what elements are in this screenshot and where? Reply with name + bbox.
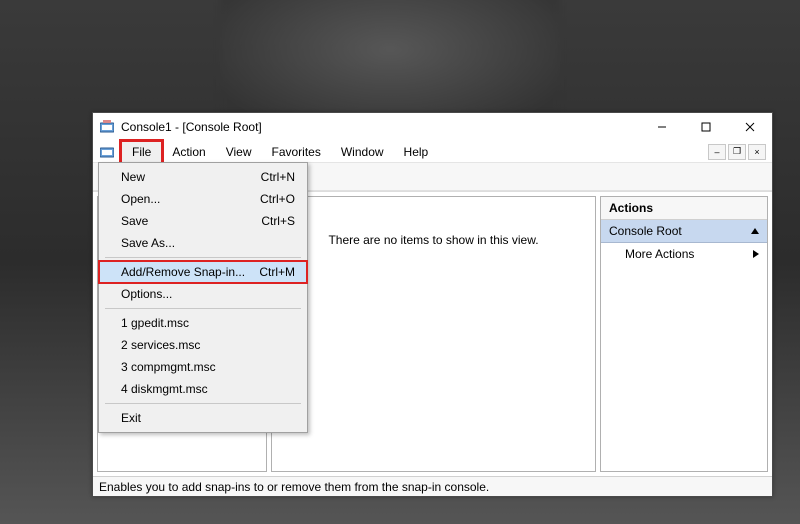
- close-button[interactable]: [728, 113, 772, 141]
- mdi-controls: – ❐ ×: [708, 144, 770, 160]
- file-menu-exit[interactable]: Exit: [99, 407, 307, 429]
- actions-more-label: More Actions: [625, 247, 694, 261]
- menu-action[interactable]: Action: [162, 141, 215, 163]
- mdi-restore-button[interactable]: ❐: [728, 144, 746, 160]
- mmc-app-icon: [99, 119, 115, 135]
- mdi-close-button[interactable]: ×: [748, 144, 766, 160]
- actions-pane: Actions Console Root More Actions: [600, 196, 768, 472]
- list-pane: There are no items to show in this view.: [271, 196, 596, 472]
- menu-view[interactable]: View: [216, 141, 262, 163]
- file-menu-recent-4[interactable]: 4 diskmgmt.msc: [99, 378, 307, 400]
- file-menu-recent-1[interactable]: 1 gpedit.msc: [99, 312, 307, 334]
- mmc-doc-icon: [99, 144, 115, 160]
- actions-root-row[interactable]: Console Root: [601, 220, 767, 243]
- mmc-window: Console1 - [Console Root] File Action Vi…: [92, 112, 773, 497]
- empty-view-text: There are no items to show in this view.: [328, 233, 538, 247]
- desktop-wallpaper: [220, 0, 560, 130]
- file-menu-recent-3[interactable]: 3 compmgmt.msc: [99, 356, 307, 378]
- menu-file[interactable]: File: [121, 141, 162, 163]
- statusbar: Enables you to add snap-ins to or remove…: [93, 476, 772, 496]
- actions-more-row[interactable]: More Actions: [601, 243, 767, 265]
- file-menu-recent-2[interactable]: 2 services.msc: [99, 334, 307, 356]
- file-menu-dropdown: NewCtrl+N Open...Ctrl+O SaveCtrl+S Save …: [98, 162, 308, 433]
- menu-window[interactable]: Window: [331, 141, 394, 163]
- menu-separator: [105, 308, 301, 309]
- titlebar: Console1 - [Console Root]: [93, 113, 772, 141]
- file-menu-open[interactable]: Open...Ctrl+O: [99, 188, 307, 210]
- statusbar-text: Enables you to add snap-ins to or remove…: [99, 480, 489, 494]
- menu-favorites[interactable]: Favorites: [262, 141, 331, 163]
- window-title: Console1 - [Console Root]: [121, 120, 640, 134]
- file-menu-save[interactable]: SaveCtrl+S: [99, 210, 307, 232]
- minimize-button[interactable]: [640, 113, 684, 141]
- menubar: File Action View Favorites Window Help –…: [93, 141, 772, 163]
- file-menu-save-as[interactable]: Save As...: [99, 232, 307, 254]
- mdi-minimize-button[interactable]: –: [708, 144, 726, 160]
- actions-pane-header: Actions: [601, 197, 767, 220]
- file-menu-new[interactable]: NewCtrl+N: [99, 166, 307, 188]
- file-menu-add-remove-snapin[interactable]: Add/Remove Snap-in...Ctrl+M: [99, 261, 307, 283]
- actions-root-label: Console Root: [609, 224, 682, 238]
- file-menu-options[interactable]: Options...: [99, 283, 307, 305]
- submenu-icon: [753, 250, 759, 258]
- maximize-button[interactable]: [684, 113, 728, 141]
- menu-separator: [105, 403, 301, 404]
- menu-help[interactable]: Help: [394, 141, 439, 163]
- collapse-icon: [751, 228, 759, 234]
- menu-separator: [105, 257, 301, 258]
